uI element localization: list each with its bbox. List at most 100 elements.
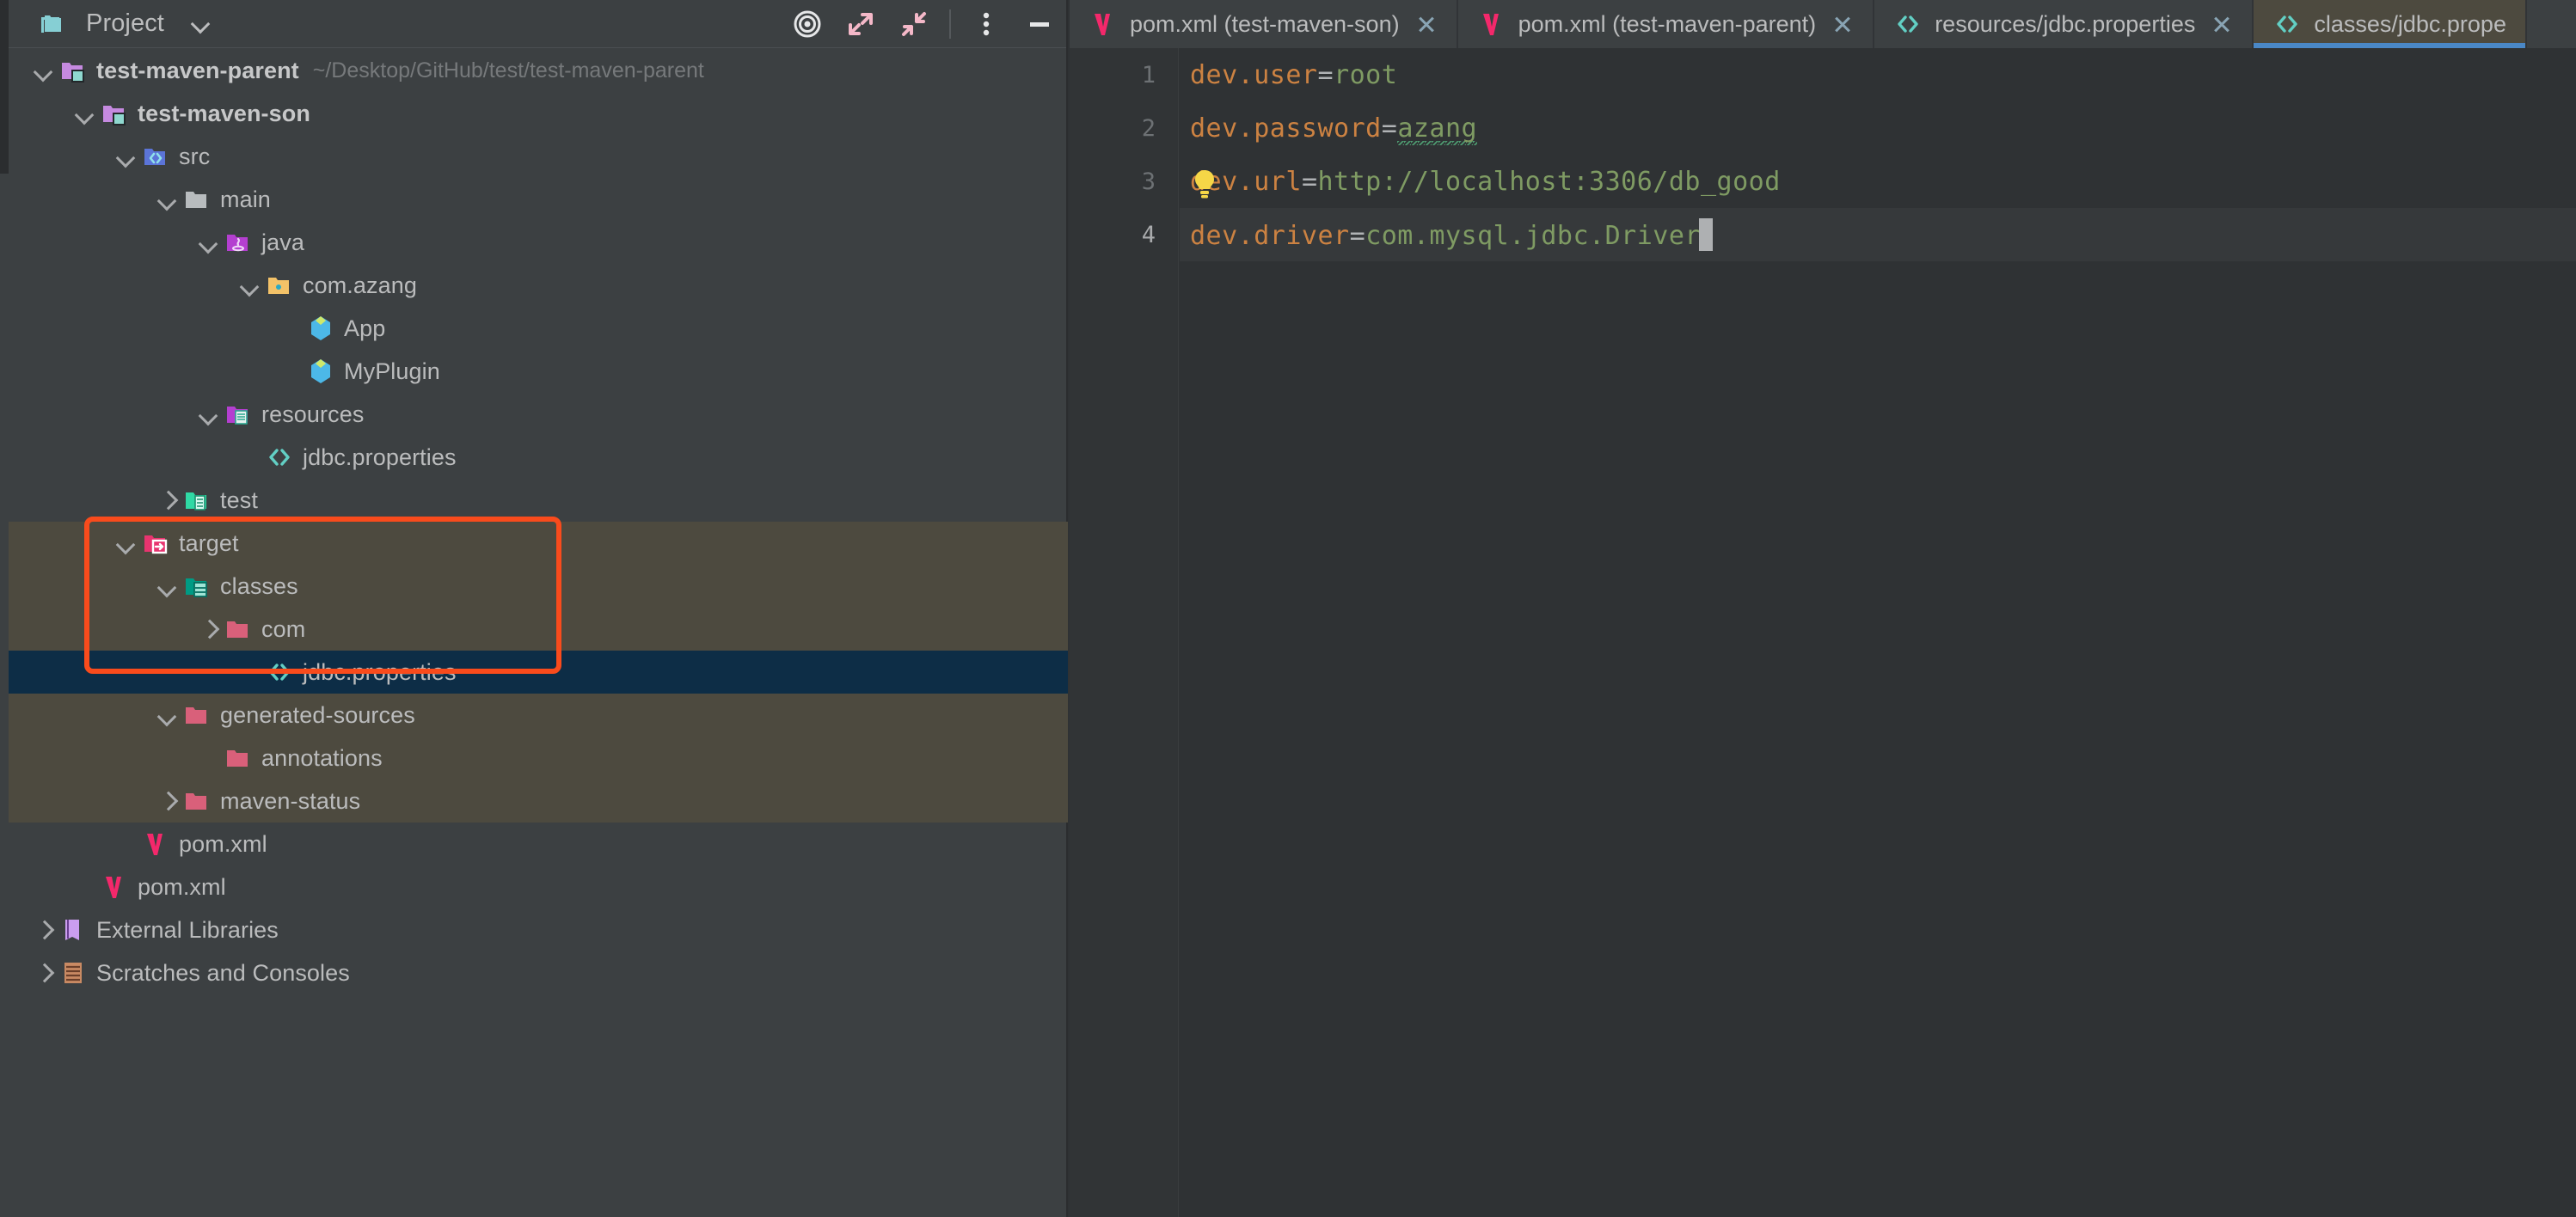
editor-tab-3[interactable]: classes/jdbc.prope bbox=[2254, 0, 2527, 48]
tree-item-label: generated-sources bbox=[220, 701, 415, 728]
chevron-right-icon[interactable] bbox=[153, 786, 182, 816]
text-caret bbox=[1698, 218, 1713, 251]
chevron-right-icon[interactable] bbox=[29, 958, 58, 988]
tree-row-com[interactable]: com bbox=[9, 608, 1068, 651]
code-line-4[interactable]: 4 dev.driver=com.mysql.jdbc.Driver bbox=[1142, 208, 2576, 261]
editor-tab-1[interactable]: pom.xml (test-maven-parent) bbox=[1457, 0, 1875, 48]
tree-row-test-maven-parent[interactable]: test-maven-parent ~/Desktop/GitHub/test/t… bbox=[9, 49, 1068, 92]
chevron-down-icon[interactable] bbox=[236, 271, 265, 300]
property-separator: = bbox=[1317, 59, 1334, 90]
tree-row-annotations[interactable]: annotations bbox=[9, 737, 1068, 780]
editor-tab-label: pom.xml (test-maven-son) bbox=[1130, 10, 1400, 37]
chevron-down-icon[interactable] bbox=[194, 400, 224, 429]
more-options-icon[interactable] bbox=[960, 0, 1013, 48]
chevron-right-icon[interactable] bbox=[153, 486, 182, 515]
tree-item-label: resources bbox=[261, 401, 365, 427]
editor-tab-2[interactable]: resources/jdbc.properties bbox=[1874, 0, 2254, 48]
tree-row-com-azang[interactable]: com.azang bbox=[9, 264, 1068, 307]
line-number: 2 bbox=[1141, 114, 1156, 142]
project-panel-title: Project bbox=[86, 9, 164, 37]
project-title-group[interactable]: Project bbox=[9, 9, 211, 39]
tree-row-maven-status[interactable]: maven-status bbox=[9, 780, 1068, 823]
editor-code-area[interactable]: 1 dev.user=root 2 dev.password=azang 3 dev.ur… bbox=[1142, 48, 2576, 1217]
tree-row-generated-sources[interactable]: generated-sources bbox=[9, 694, 1068, 737]
code-line-2[interactable]: 2 dev.password=azang bbox=[1142, 101, 2576, 155]
line-number: 4 bbox=[1141, 221, 1156, 248]
chevron-right-icon[interactable] bbox=[29, 915, 58, 945]
project-tree[interactable]: test-maven-parent ~/Desktop/GitHub/test/t… bbox=[9, 49, 1068, 994]
code-text: dev.user=root bbox=[1180, 60, 1397, 90]
editor-tab-bar[interactable]: pom.xml (test-maven-son) pom.xml (test-ma… bbox=[1070, 0, 2576, 48]
folder-rose-icon bbox=[224, 743, 253, 773]
code-line-3[interactable]: 3 dev.url=http://localhost:3306/db_good bbox=[1142, 155, 2576, 208]
expand-all-icon[interactable] bbox=[834, 0, 887, 48]
tree-item-label: com bbox=[261, 615, 306, 642]
intention-bulb-icon[interactable] bbox=[1190, 167, 1219, 201]
editor-tab-label: resources/jdbc.properties bbox=[1935, 10, 2196, 37]
tree-row-classes[interactable]: classes bbox=[9, 565, 1068, 608]
tree-item-label: classes bbox=[220, 572, 298, 599]
tree-row-resources[interactable]: resources bbox=[9, 393, 1068, 436]
tree-item-label: Scratches and Consoles bbox=[96, 959, 350, 986]
tree-arrow-placeholder bbox=[71, 872, 100, 902]
editor-tab-0[interactable]: pom.xml (test-maven-son) bbox=[1070, 0, 1458, 48]
chevron-down-icon[interactable] bbox=[29, 56, 58, 85]
tree-row-jdbc-properties[interactable]: jdbc.properties bbox=[9, 651, 1068, 694]
properties-file-icon bbox=[1893, 9, 1923, 39]
project-panel: Project test-maven-parent ~/Desktop/GitH… bbox=[9, 0, 1068, 1217]
tree-row-pom-xml[interactable]: pom.xml bbox=[9, 865, 1068, 908]
tree-row-jdbc-properties[interactable]: jdbc.properties bbox=[9, 436, 1068, 479]
line-number: 1 bbox=[1141, 61, 1156, 89]
tree-row-test[interactable]: test bbox=[9, 479, 1068, 522]
property-value: http://localhost:3306/db_good bbox=[1317, 166, 1781, 197]
code-line-1[interactable]: 1 dev.user=root bbox=[1142, 48, 2576, 101]
property-key: dev.user bbox=[1190, 59, 1318, 90]
tree-row-pom-xml[interactable]: pom.xml bbox=[9, 823, 1068, 865]
resource-root-icon bbox=[224, 400, 253, 429]
property-value: com.mysql.jdbc.Driver bbox=[1365, 221, 1701, 251]
tree-item-label: jdbc.properties bbox=[303, 443, 457, 470]
tree-row-java[interactable]: java bbox=[9, 221, 1068, 264]
module-icon bbox=[58, 56, 88, 85]
close-icon[interactable] bbox=[2211, 13, 2233, 35]
project-panel-header: Project bbox=[9, 0, 1066, 48]
tree-row-test-maven-son[interactable]: test-maven-son bbox=[9, 92, 1068, 135]
properties-file-icon bbox=[2272, 9, 2302, 39]
java-source-root-icon bbox=[224, 228, 253, 257]
java-class-icon bbox=[306, 357, 335, 386]
chevron-down-icon[interactable] bbox=[71, 99, 100, 128]
chevron-down-icon[interactable] bbox=[112, 142, 141, 171]
minimize-icon[interactable] bbox=[1013, 0, 1066, 48]
chevron-down-icon[interactable] bbox=[192, 15, 211, 34]
chevron-down-icon[interactable] bbox=[153, 185, 182, 214]
tree-row-app[interactable]: App bbox=[9, 307, 1068, 350]
tree-item-label: annotations bbox=[261, 744, 383, 771]
property-key: dev.password bbox=[1190, 113, 1382, 144]
left-edge-strip-lower bbox=[0, 174, 9, 1217]
tree-row-main[interactable]: main bbox=[9, 178, 1068, 221]
property-key: dev.driver bbox=[1190, 221, 1350, 251]
tree-item-label: test-maven-son bbox=[138, 100, 310, 126]
locate-target-icon[interactable] bbox=[781, 0, 834, 48]
tree-row-external-libraries[interactable]: External Libraries bbox=[9, 908, 1068, 951]
properties-file-icon bbox=[265, 443, 294, 472]
toolbar-separator bbox=[949, 9, 951, 39]
scratches-icon bbox=[58, 958, 88, 988]
java-class-icon bbox=[306, 314, 335, 343]
chevron-down-icon[interactable] bbox=[153, 572, 182, 601]
folder-rose-icon bbox=[182, 786, 212, 816]
tree-row-src[interactable]: src bbox=[9, 135, 1068, 178]
chevron-down-icon[interactable] bbox=[194, 228, 224, 257]
collapse-all-icon[interactable] bbox=[887, 0, 941, 48]
close-icon[interactable] bbox=[1415, 13, 1438, 35]
chevron-down-icon[interactable] bbox=[112, 529, 141, 558]
tree-row-scratches-and-consoles[interactable]: Scratches and Consoles bbox=[9, 951, 1068, 994]
chevron-right-icon[interactable] bbox=[194, 615, 224, 644]
tree-arrow-placeholder bbox=[112, 829, 141, 859]
line-number: 3 bbox=[1141, 168, 1156, 195]
tree-row-target[interactable]: target bbox=[9, 522, 1068, 565]
chevron-down-icon[interactable] bbox=[153, 700, 182, 730]
close-icon[interactable] bbox=[1831, 13, 1854, 35]
tree-row-myplugin[interactable]: MyPlugin bbox=[9, 350, 1068, 393]
code-editor[interactable]: 1 dev.user=root 2 dev.password=azang 3 dev.ur… bbox=[1070, 48, 2576, 1217]
